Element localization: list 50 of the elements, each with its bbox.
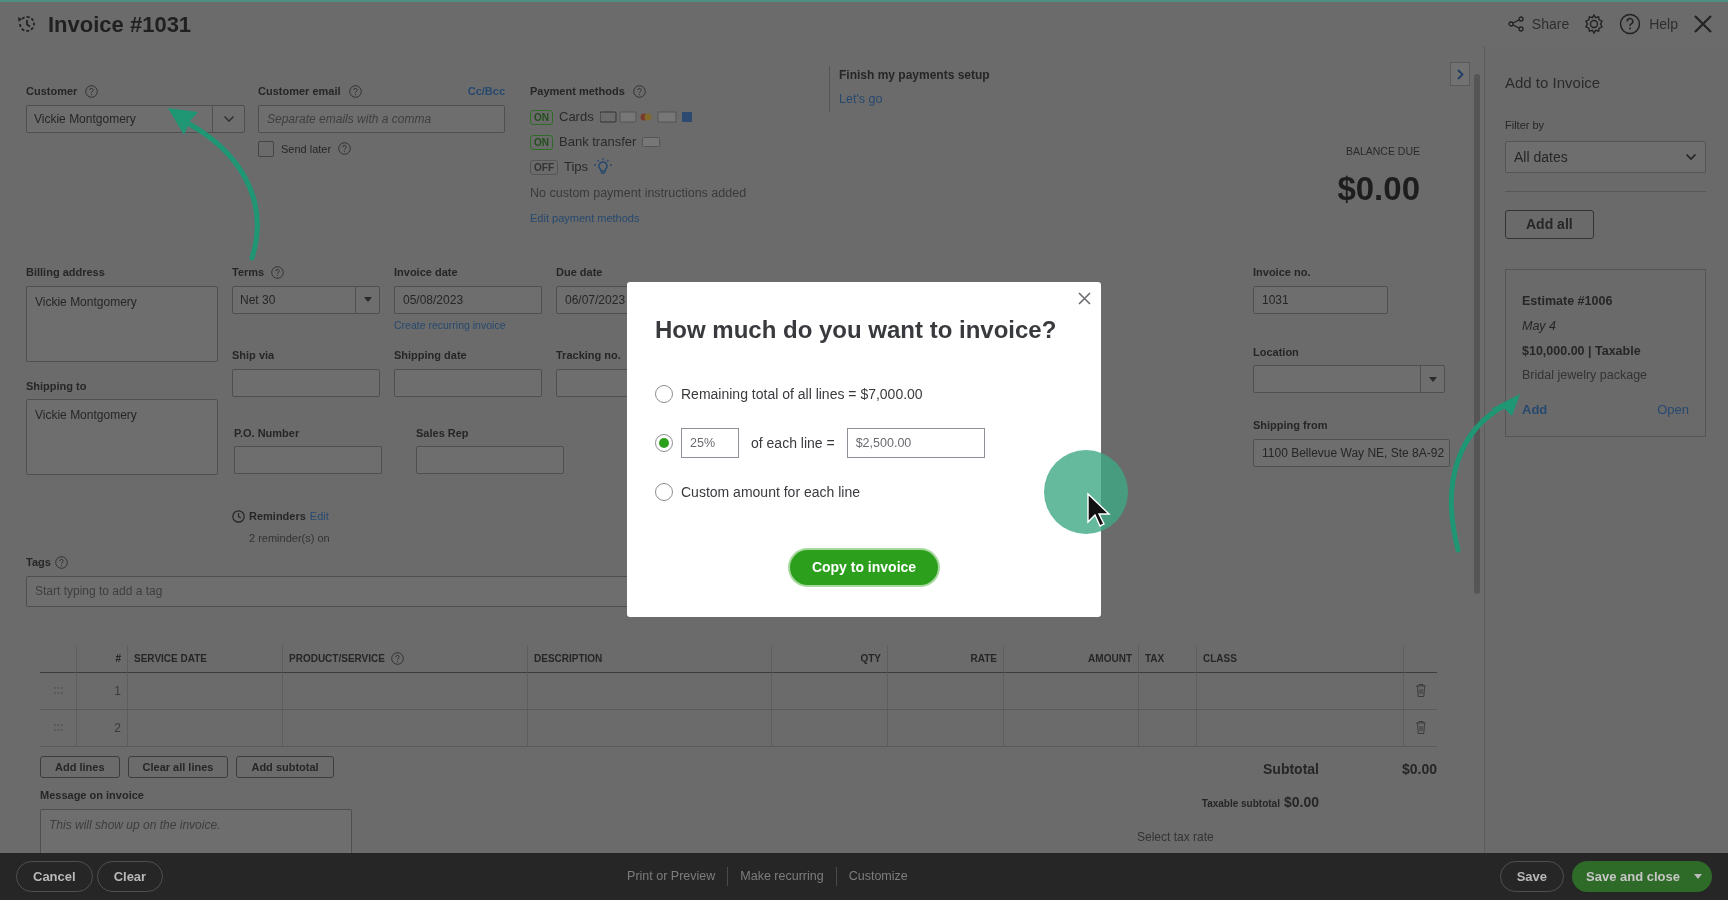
subtotal-label: Subtotal <box>1262 759 1319 779</box>
reminders-label: Reminders <box>249 509 306 525</box>
subtotal-amount: $0.00 <box>1400 759 1437 779</box>
column-header: TAX <box>1145 651 1165 666</box>
payment-method-label: Tips <box>564 158 589 177</box>
column-header: # <box>115 651 121 666</box>
field-label: Select tax rate <box>1137 828 1215 846</box>
field-label: Billing address <box>26 265 106 280</box>
field-label: Tags <box>26 555 51 571</box>
balance-label: BALANCE DUE <box>1344 144 1420 159</box>
taxable-subtotal-amount: $0.00 <box>1283 792 1319 812</box>
field-label: Filter by <box>1505 117 1546 133</box>
option-label: of each line = <box>751 433 835 453</box>
column-header: PRODUCT/SERVICE <box>289 651 385 666</box>
field-label: Customer email <box>258 84 341 99</box>
field-label: Shipping date <box>394 348 467 364</box>
checkbox-label: Send later <box>281 141 332 157</box>
column-header: SERVICE DATE <box>134 651 207 666</box>
field-label: Tracking no. <box>556 348 621 364</box>
field-label: P.O. Number <box>234 425 300 441</box>
dialog-title: How much do you want to invoice? <box>655 315 1058 345</box>
balance-amount: $0.00 <box>1337 168 1420 209</box>
field-label: Shipping to <box>26 378 88 394</box>
column-header: RATE <box>970 651 997 666</box>
option-label: Custom amount for each line <box>681 482 860 502</box>
field-label: Invoice date <box>394 265 458 280</box>
column-header: AMOUNT <box>1088 651 1132 666</box>
field-label: Ship via <box>232 348 275 364</box>
option-label: Remaining total of all lines = $7,000.00 <box>681 384 923 404</box>
setup-title: Finish my payments setup <box>839 67 990 84</box>
field-label: Sales Rep <box>416 425 469 441</box>
field-label: Location <box>1253 344 1299 360</box>
payment-method-label: Bank transfer <box>559 133 637 152</box>
column-header: DESCRIPTION <box>534 651 603 666</box>
field-label: Message on invoice <box>40 788 145 804</box>
estimate-date: May 4 <box>1522 317 1558 335</box>
field-label: Shipping from <box>1253 418 1328 433</box>
field-label: Invoice no. <box>1253 265 1311 280</box>
field-label: Customer <box>26 84 78 99</box>
taxable-subtotal-label: Taxable subtotal <box>1201 796 1280 811</box>
estimate-amount: $10,000.00 | Taxable <box>1522 342 1642 360</box>
estimate-title: Estimate #1006 <box>1522 293 1614 310</box>
field-label: Due date <box>556 265 603 280</box>
column-header: QTY <box>860 651 881 666</box>
field-label: Terms <box>232 265 265 280</box>
invoice-title: Invoice #1031 <box>48 10 192 39</box>
panel-title: Add to Invoice <box>1505 73 1602 93</box>
payment-method-label: Cards <box>559 108 594 127</box>
column-header: CLASS <box>1203 651 1237 666</box>
field-label: Payment methods <box>530 84 625 99</box>
